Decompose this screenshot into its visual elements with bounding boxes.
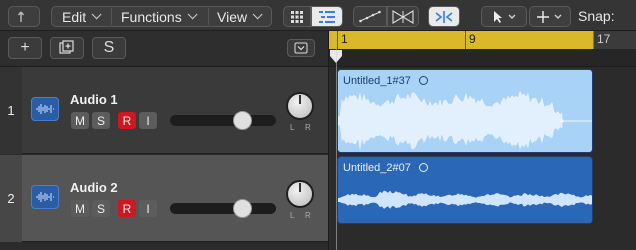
volume-slider[interactable] <box>170 111 276 130</box>
catch-button[interactable] <box>428 6 460 27</box>
pointer-tool-menu[interactable] <box>481 6 527 27</box>
pointer-tool-icon <box>494 10 516 23</box>
menu-divider <box>111 8 112 25</box>
list-view-button[interactable] <box>311 6 343 27</box>
audio-waveform-icon <box>31 97 59 121</box>
track-header-toolbar: + S <box>0 31 328 67</box>
automation-curve-icon <box>359 10 381 22</box>
ruler-tick <box>465 31 466 49</box>
pan-knob[interactable] <box>286 180 314 208</box>
solo-mode-label: S <box>103 39 115 56</box>
track-name[interactable]: Audio 1 <box>70 92 118 107</box>
solo-mode-button[interactable]: S <box>92 37 126 59</box>
pan-left-label: L <box>290 123 295 132</box>
secondary-ruler[interactable] <box>329 49 636 67</box>
audio-waveform-icon <box>31 185 59 209</box>
return-arrow-icon <box>17 11 25 22</box>
pan-right-label: R <box>305 123 311 132</box>
solo-button[interactable]: S <box>92 200 110 217</box>
pan-left-label: L <box>290 211 295 220</box>
crosshair-tool-icon <box>537 10 562 23</box>
secondary-tool-menu[interactable] <box>529 6 571 27</box>
automation-button[interactable] <box>353 6 387 27</box>
bar-ruler[interactable] <box>329 31 636 49</box>
menu-divider <box>208 8 209 25</box>
add-track-button[interactable]: + <box>8 37 42 59</box>
catch-playhead-icon <box>435 10 453 23</box>
ruler-tick <box>337 31 338 49</box>
track-name[interactable]: Audio 2 <box>70 180 118 195</box>
solo-button[interactable]: S <box>92 112 110 129</box>
track-list-icon <box>319 10 335 23</box>
duplicate-track-button[interactable] <box>50 37 84 59</box>
track-number: 1 <box>0 67 22 154</box>
region-waveform-area <box>338 175 592 223</box>
view-menu-label: View <box>217 8 248 25</box>
audio-region[interactable]: Untitled_2#07 <box>337 156 593 224</box>
region-name: Untitled_2#07 <box>343 161 411 174</box>
waveform-icon <box>338 90 592 150</box>
track-row[interactable]: 2 Audio 2 M S R I L R <box>0 155 328 242</box>
track-row[interactable]: 1 Audio 1 M S R I L R <box>0 67 328 154</box>
record-enable-button[interactable]: R <box>118 200 136 217</box>
mute-button[interactable]: M <box>71 112 89 129</box>
volume-slider-knob[interactable] <box>232 111 252 130</box>
duplicate-track-icon <box>59 40 74 54</box>
pan-right-label: R <box>305 211 311 220</box>
region-header: Untitled_1#37 <box>338 70 592 88</box>
snap-label: Snap: <box>578 8 615 24</box>
edit-menu-label: Edit <box>62 8 87 25</box>
grid-view-button[interactable] <box>283 6 311 27</box>
flex-time-icon <box>392 9 414 24</box>
ruler-tick <box>593 31 594 49</box>
region-waveform-area <box>338 88 592 152</box>
loop-circle-icon[interactable] <box>418 163 428 172</box>
mute-button[interactable]: M <box>71 200 89 217</box>
flex-time-button[interactable] <box>387 6 419 27</box>
bar-number: 9 <box>469 32 476 46</box>
bar-number: 1 <box>341 32 348 46</box>
view-menu[interactable]: View <box>217 6 263 27</box>
bar-number: 17 <box>597 32 611 46</box>
track-number: 2 <box>0 155 22 242</box>
functions-menu[interactable]: Functions <box>121 6 198 27</box>
volume-slider[interactable] <box>170 199 276 218</box>
pan-knob[interactable] <box>286 92 314 120</box>
grid-icon <box>291 10 303 23</box>
loop-circle-icon[interactable] <box>418 76 428 85</box>
back-button[interactable] <box>8 6 40 27</box>
track-options-menu[interactable] <box>287 39 315 57</box>
region-header: Untitled_2#07 <box>338 157 592 175</box>
audio-region-selected[interactable]: Untitled_1#37 <box>337 69 593 153</box>
record-enable-button[interactable]: R <box>118 112 136 129</box>
dropdown-box-icon <box>294 42 308 54</box>
main-toolbar: Edit Functions View Snap: <box>0 0 636 31</box>
edit-menu[interactable]: Edit <box>62 6 102 27</box>
add-track-label: + <box>20 39 30 56</box>
functions-menu-label: Functions <box>121 8 182 25</box>
region-name: Untitled_1#37 <box>343 74 411 87</box>
input-monitor-button[interactable]: I <box>139 112 157 129</box>
waveform-icon <box>338 190 592 209</box>
input-monitor-button[interactable]: I <box>139 200 157 217</box>
volume-slider-knob[interactable] <box>232 199 252 218</box>
